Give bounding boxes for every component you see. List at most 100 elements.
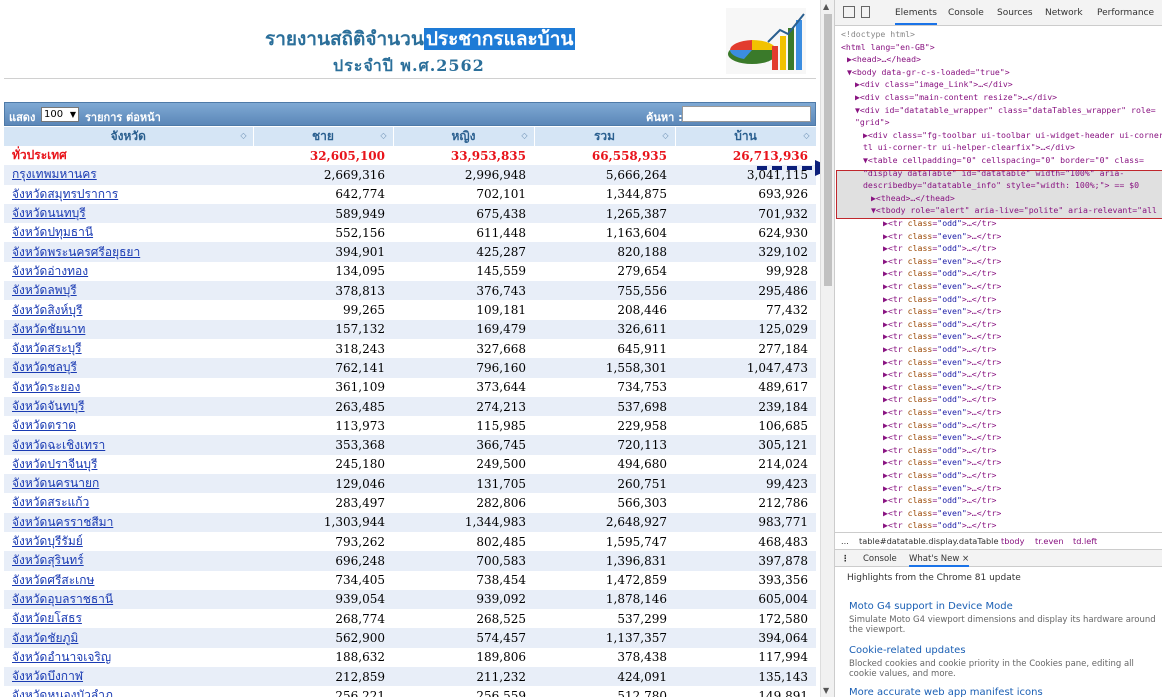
province-link[interactable]: จังหวัดชัยนาท — [12, 322, 85, 336]
province-link[interactable]: จังหวัดหนองบัวลำภู — [12, 688, 113, 697]
dom-row-line[interactable]: ▶<tr class="odd">…</tr> — [883, 242, 996, 255]
province-link[interactable]: จังหวัดสระบุรี — [12, 341, 82, 355]
news-title-1[interactable]: Moto G4 support in Device Mode — [849, 601, 1013, 612]
dom-row-line[interactable]: ▶<tr class="even">…</tr> — [883, 330, 1001, 343]
province-link[interactable]: จังหวัดจันทบุรี — [12, 399, 85, 413]
tab-console[interactable]: Console — [948, 8, 984, 18]
device-toggle-icon[interactable] — [861, 6, 870, 18]
province-link[interactable]: จังหวัดศรีสะเกษ — [12, 573, 94, 587]
province-link[interactable]: จังหวัดบึงกาฬ — [12, 669, 83, 683]
province-link[interactable]: จังหวัดนนทบุรี — [12, 206, 86, 220]
news-title-3[interactable]: More accurate web app manifest icons — [849, 687, 1043, 697]
news-title-2[interactable]: Cookie-related updates — [849, 645, 966, 656]
dom-row-line[interactable]: ▶<tr class="even">…</tr> — [883, 381, 1001, 394]
province-link[interactable]: จังหวัดระยอง — [12, 380, 80, 394]
column-header-house[interactable]: บ้าน ◇ — [675, 127, 817, 146]
province-link[interactable]: จังหวัดชลบุรี — [12, 360, 77, 374]
dom-row-line[interactable]: ▶<tr class="odd">…</tr> — [883, 343, 996, 356]
column-header-female[interactable]: หญิง ◇ — [393, 127, 535, 146]
selected-text[interactable]: ประชากรและบ้าน — [423, 28, 576, 50]
breadcrumb-tbody[interactable]: tbody — [1001, 536, 1024, 546]
dom-row-line[interactable]: ▶<tr class="odd">…</tr> — [883, 469, 996, 482]
tab-performance[interactable]: Performance — [1097, 8, 1154, 18]
province-link[interactable]: จังหวัดสมุทรปราการ — [12, 187, 118, 201]
province-link[interactable]: จังหวัดฉะเชิงเทรา — [12, 438, 105, 452]
dom-node-line[interactable]: ▼<div id="datatable_wrapper" class="data… — [855, 104, 1156, 117]
province-link[interactable]: จังหวัดชัยภูมิ — [12, 631, 78, 645]
breadcrumb-ellipsis[interactable]: ... — [841, 536, 849, 546]
province-link[interactable]: จังหวัดสุรินทร์ — [12, 553, 84, 567]
province-link[interactable]: จังหวัดนครนายก — [12, 476, 99, 490]
tab-elements[interactable]: Elements — [895, 8, 937, 25]
scrollbar-thumb[interactable] — [824, 14, 832, 286]
page-scrollbar[interactable]: ▲ ▼ — [820, 0, 834, 697]
dom-node-line[interactable]: "display dataTable" id="datatable" width… — [863, 167, 1124, 180]
drawer-menu-icon[interactable]: ⋮ — [841, 554, 850, 564]
dom-row-line[interactable]: ▶<tr class="even">…</tr> — [883, 482, 1001, 495]
dom-row-line[interactable]: ▶<tr class="even">…</tr> — [883, 356, 1001, 369]
cell-total: 1,163,604 — [534, 223, 675, 243]
dom-row-line[interactable]: ▶<tr class="odd">…</tr> — [883, 318, 996, 331]
province-link[interactable]: จังหวัดอุบลราชธานี — [12, 592, 113, 606]
dom-row-line[interactable]: ▶<tr class="odd">…</tr> — [883, 267, 996, 280]
dom-row-line[interactable]: ▶<tr class="even">…</tr> — [883, 230, 1001, 243]
dom-node-line[interactable]: ▼<body data-gr-c-s-loaded="true"> — [847, 66, 1010, 79]
dom-node-line[interactable]: <!doctype html> — [841, 28, 915, 41]
dom-node-line[interactable]: ▶<div class="fg-toolbar ui-toolbar ui-wi… — [863, 129, 1162, 142]
page-size-select[interactable]: 100 ▼ — [41, 107, 79, 122]
dom-node-line[interactable]: ▶<div class="image_Link">…</div> — [855, 78, 1013, 91]
dom-node-line[interactable]: ▶<head>…</head> — [847, 53, 921, 66]
dom-node-line[interactable]: <html lang="en-GB"> — [841, 41, 935, 54]
dom-node-line[interactable]: "grid"> — [855, 116, 890, 129]
dom-row-line[interactable]: ▶<tr class="even">…</tr> — [883, 406, 1001, 419]
province-link[interactable]: จังหวัดนครราชสีมา — [12, 515, 113, 529]
dom-node-line[interactable]: ▼<tbody role="alert" aria-live="polite" … — [871, 204, 1157, 217]
breadcrumb-table[interactable]: table#datatable.display.dataTable — [859, 536, 999, 546]
dom-row-line[interactable]: ▶<tr class="odd">…</tr> — [883, 293, 996, 306]
dom-row-line[interactable]: ▶<tr class="odd">…</tr> — [883, 368, 996, 381]
province-link[interactable]: จังหวัดอ่างทอง — [12, 264, 88, 278]
dom-row-line[interactable]: ▶<tr class="even">…</tr> — [883, 456, 1001, 469]
province-link[interactable]: จังหวัดตราด — [12, 418, 76, 432]
dom-node-line[interactable]: ▶<div class="main-content resize">…</div… — [855, 91, 1057, 104]
province-link[interactable]: จังหวัดพระนครศรีอยุธยา — [12, 245, 140, 259]
province-link[interactable]: จังหวัดปราจีนบุรี — [12, 457, 97, 471]
dom-row-line[interactable]: ▶<tr class="odd">…</tr> — [883, 393, 996, 406]
column-header-province[interactable]: จังหวัด ◇ — [4, 127, 254, 146]
province-link[interactable]: จังหวัดยโสธร — [12, 611, 82, 625]
tab-network[interactable]: Network — [1045, 8, 1083, 18]
scroll-up-icon[interactable]: ▲ — [823, 2, 829, 11]
province-link[interactable]: จังหวัดลพบุรี — [12, 283, 77, 297]
search-input[interactable] — [682, 106, 811, 122]
drawer-tab-whats-new[interactable]: What's New × — [909, 554, 970, 567]
dom-node-line[interactable]: ▼<table cellpadding="0" cellspacing="0" … — [863, 154, 1144, 167]
dom-row-line[interactable]: ▶<tr class="odd">…</tr> — [883, 217, 996, 230]
province-link[interactable]: จังหวัดสระแก้ว — [12, 495, 89, 509]
breadcrumb-tr[interactable]: tr.even — [1035, 536, 1064, 546]
province-link[interactable]: จังหวัดอำนาจเจริญ — [12, 650, 111, 664]
dom-row-line[interactable]: ▶<tr class="odd">…</tr> — [883, 494, 996, 507]
province-link[interactable]: จังหวัดปทุมธานี — [12, 225, 93, 239]
breadcrumb-td[interactable]: td.left — [1073, 536, 1097, 546]
province-link[interactable]: จังหวัดบุรีรัมย์ — [12, 534, 83, 548]
dom-row-line[interactable]: ▶<tr class="even">…</tr> — [883, 431, 1001, 444]
dom-row-line[interactable]: ▶<tr class="odd">…</tr> — [883, 419, 996, 432]
dom-node-line[interactable]: tl ui-corner-tr ui-helper-clearfix">…</d… — [863, 141, 1075, 154]
dom-row-line[interactable]: ▶<tr class="odd">…</tr> — [883, 444, 996, 457]
dom-row-line[interactable]: ▶<tr class="odd">…</tr> — [883, 519, 996, 532]
column-header-total[interactable]: รวม ◇ — [534, 127, 676, 146]
dom-node-line[interactable]: ▶<thead>…</thead> — [871, 192, 955, 205]
dom-row-line[interactable]: ▶<tr class="even">…</tr> — [883, 305, 1001, 318]
province-link[interactable]: จังหวัดสิงห์บุรี — [12, 303, 83, 317]
tab-sources[interactable]: Sources — [997, 8, 1033, 18]
drawer-tab-console[interactable]: Console — [863, 554, 897, 564]
province-link[interactable]: กรุงเทพมหานคร — [12, 167, 97, 181]
dom-tree[interactable]: <!doctype html> <html lang="en-GB"> ▶<head… — [835, 26, 1162, 532]
scroll-down-icon[interactable]: ▼ — [823, 686, 829, 695]
dom-node-line[interactable]: describedby="datatable_info" style="widt… — [863, 179, 1139, 192]
inspect-icon[interactable] — [843, 6, 855, 18]
dom-row-line[interactable]: ▶<tr class="even">…</tr> — [883, 507, 1001, 520]
dom-row-line[interactable]: ▶<tr class="even">…</tr> — [883, 255, 1001, 268]
column-header-male[interactable]: ชาย ◇ — [253, 127, 394, 146]
dom-row-line[interactable]: ▶<tr class="even">…</tr> — [883, 280, 1001, 293]
